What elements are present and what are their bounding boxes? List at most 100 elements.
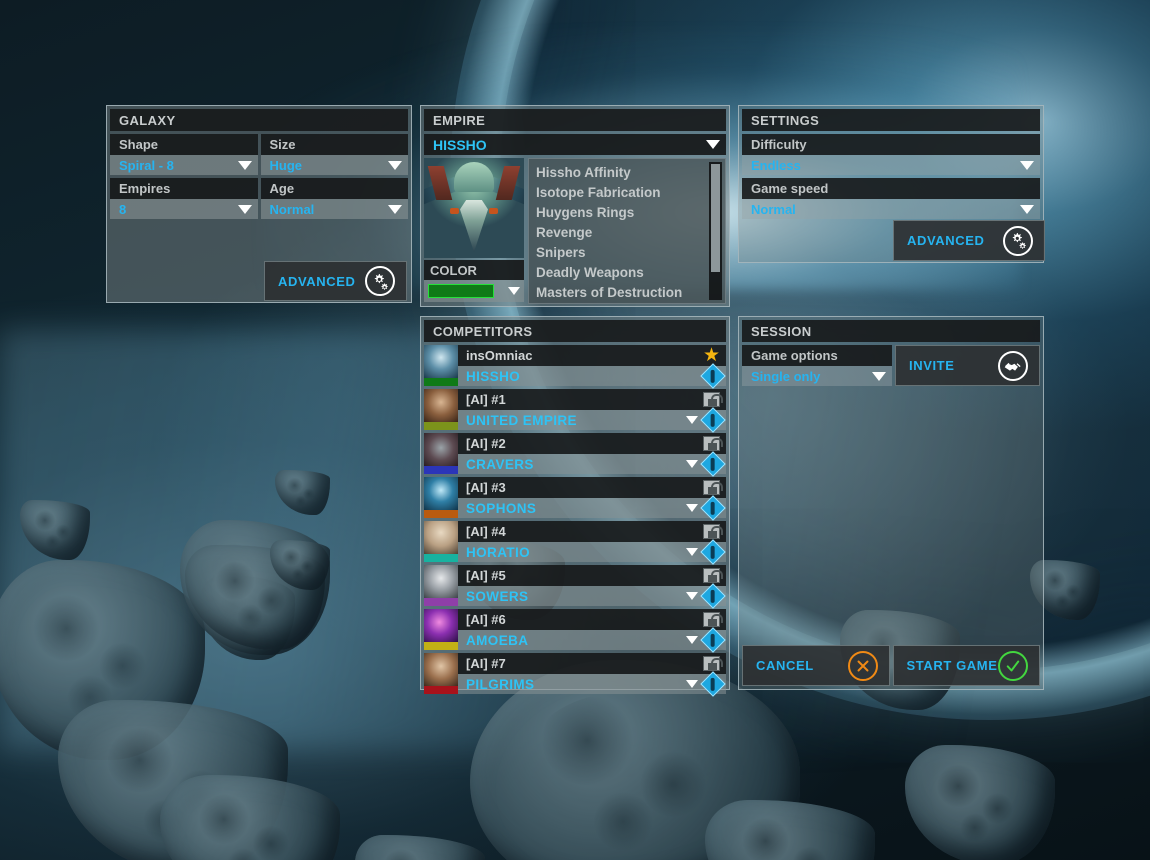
chevron-down-icon[interactable] xyxy=(686,636,698,644)
competitor-main: insOmniac ★ HISSHO xyxy=(458,345,726,389)
affinity-icon[interactable] xyxy=(700,671,726,697)
settings-gamespeed-field: Game speed Normal xyxy=(742,178,1040,219)
traits-scrollbar-thumb[interactable] xyxy=(711,164,720,272)
lock-icon[interactable] xyxy=(703,568,723,583)
competitor-main: [AI] #5 SOWERS xyxy=(458,565,726,609)
competitor-main: [AI] #6 AMOEBA xyxy=(458,609,726,653)
lock-icon[interactable] xyxy=(703,524,723,539)
avatar xyxy=(424,565,458,598)
lock-icon[interactable] xyxy=(703,656,723,671)
competitor-main: [AI] #4 HORATIO xyxy=(458,521,726,565)
competitor-row[interactable]: [AI] #1 UNITED EMPIRE xyxy=(424,389,726,433)
galaxy-age-label: Age xyxy=(260,178,408,199)
galaxy-shape-select[interactable]: Spiral - 8 xyxy=(110,155,258,175)
chevron-down-icon[interactable] xyxy=(686,460,698,468)
lock-icon[interactable] xyxy=(703,612,723,627)
list-item: Masters of Destruction xyxy=(536,285,683,300)
check-icon xyxy=(998,650,1028,681)
competitor-avatar-column xyxy=(424,345,458,386)
start-game-label: START GAME xyxy=(906,658,998,673)
galaxy-advanced-label: ADVANCED xyxy=(278,273,356,289)
affinity-icon[interactable] xyxy=(700,539,726,565)
competitor-row[interactable]: [AI] #3 SOPHONS xyxy=(424,477,726,521)
chevron-down-icon xyxy=(1020,204,1034,214)
affinity-icon[interactable] xyxy=(700,407,726,433)
gear-icon xyxy=(1003,225,1033,256)
competitor-row[interactable]: [AI] #6 AMOEBA xyxy=(424,609,726,653)
lock-icon[interactable] xyxy=(703,480,723,495)
competitor-row[interactable]: insOmniac ★ HISSHO xyxy=(424,345,726,389)
competitor-faction-row[interactable]: HISSHO xyxy=(458,363,726,389)
galaxy-panel: GALAXY Shape Spiral - 8 Size Huge Empire… xyxy=(106,105,412,303)
handshake-icon xyxy=(998,350,1028,381)
competitor-row[interactable]: [AI] #4 HORATIO xyxy=(424,521,726,565)
session-panel-title: SESSION xyxy=(742,320,1040,342)
settings-gamespeed-select[interactable]: Normal xyxy=(742,199,1040,219)
settings-advanced-label: ADVANCED xyxy=(907,233,985,248)
competitor-faction-row[interactable]: HORATIO xyxy=(458,539,726,565)
competitor-faction-row[interactable]: UNITED EMPIRE xyxy=(458,407,726,433)
chevron-down-icon[interactable] xyxy=(686,680,698,688)
competitor-name-row: [AI] #6 xyxy=(458,609,726,630)
competitor-faction-row[interactable]: SOPHONS xyxy=(458,495,726,521)
galaxy-advanced-button[interactable]: ADVANCED xyxy=(264,261,407,301)
competitor-avatar-column xyxy=(424,477,458,518)
competitor-faction-row[interactable]: CRAVERS xyxy=(458,451,726,477)
empire-color-bar xyxy=(424,686,458,694)
empire-color-bar xyxy=(424,466,458,474)
session-controls-row: Game options Single only INVITE xyxy=(742,345,1040,386)
competitor-row[interactable]: [AI] #5 SOWERS xyxy=(424,565,726,609)
chevron-down-icon[interactable] xyxy=(686,548,698,556)
chevron-down-icon[interactable] xyxy=(686,416,698,424)
lock-icon[interactable] xyxy=(703,436,723,451)
empire-panel-title: EMPIRE xyxy=(424,109,726,131)
chevron-down-icon[interactable] xyxy=(686,504,698,512)
competitor-faction-row[interactable]: AMOEBA xyxy=(458,627,726,653)
competitor-faction-name: CRAVERS xyxy=(466,456,534,472)
settings-difficulty-field: Difficulty Endless xyxy=(742,134,1040,175)
cancel-button[interactable]: CANCEL xyxy=(742,645,890,686)
empire-color-select[interactable] xyxy=(424,280,524,302)
chevron-down-icon xyxy=(706,140,720,149)
competitor-row[interactable]: [AI] #2 CRAVERS xyxy=(424,433,726,477)
competitor-name-row: [AI] #3 xyxy=(458,477,726,498)
avatar xyxy=(424,477,458,510)
chevron-down-icon xyxy=(237,160,252,170)
affinity-icon[interactable] xyxy=(700,495,726,521)
game-options-select[interactable]: Single only xyxy=(742,366,892,386)
galaxy-size-select[interactable]: Huge xyxy=(260,155,408,175)
galaxy-age-select[interactable]: Normal xyxy=(260,199,408,219)
chevron-down-icon xyxy=(872,371,886,381)
chevron-down-icon xyxy=(388,204,402,214)
faction-traits-list[interactable]: Hissho Affinity Isotope Fabrication Huyg… xyxy=(528,158,726,304)
traits-scrollbar[interactable] xyxy=(709,162,722,300)
chevron-down-icon xyxy=(388,160,402,170)
affinity-icon[interactable] xyxy=(700,627,726,653)
competitor-faction-name: UNITED EMPIRE xyxy=(466,412,577,428)
settings-gamespeed-label: Game speed xyxy=(742,178,1040,199)
galaxy-empires-select[interactable]: 8 xyxy=(110,199,258,219)
competitor-name-row: insOmniac ★ xyxy=(458,345,726,366)
portrait-eye-left xyxy=(450,208,459,214)
empire-color-bar xyxy=(424,422,458,430)
affinity-icon[interactable] xyxy=(700,451,726,477)
competitor-faction-row[interactable]: SOWERS xyxy=(458,583,726,609)
affinity-icon[interactable] xyxy=(700,363,726,389)
affinity-icon[interactable] xyxy=(700,583,726,609)
empire-color-label: COLOR xyxy=(424,260,524,280)
settings-advanced-button[interactable]: ADVANCED xyxy=(893,220,1045,261)
close-icon xyxy=(847,650,878,681)
settings-panel: SETTINGS Difficulty Endless Game speed N… xyxy=(738,105,1045,263)
competitor-main: [AI] #3 SOPHONS xyxy=(458,477,726,521)
portrait-eye-right xyxy=(489,208,498,214)
start-game-button[interactable]: START GAME xyxy=(892,645,1040,686)
chevron-down-icon[interactable] xyxy=(686,592,698,600)
avatar xyxy=(424,389,458,422)
invite-button[interactable]: INVITE xyxy=(895,345,1040,386)
lock-icon[interactable] xyxy=(703,392,723,407)
list-item: Huygens Rings xyxy=(536,205,635,220)
empire-faction-select[interactable]: HISSHO xyxy=(424,134,726,155)
competitor-row[interactable]: [AI] #7 PILGRIMS xyxy=(424,653,726,697)
competitor-faction-row[interactable]: PILGRIMS xyxy=(458,671,726,697)
settings-difficulty-select[interactable]: Endless xyxy=(742,155,1040,175)
